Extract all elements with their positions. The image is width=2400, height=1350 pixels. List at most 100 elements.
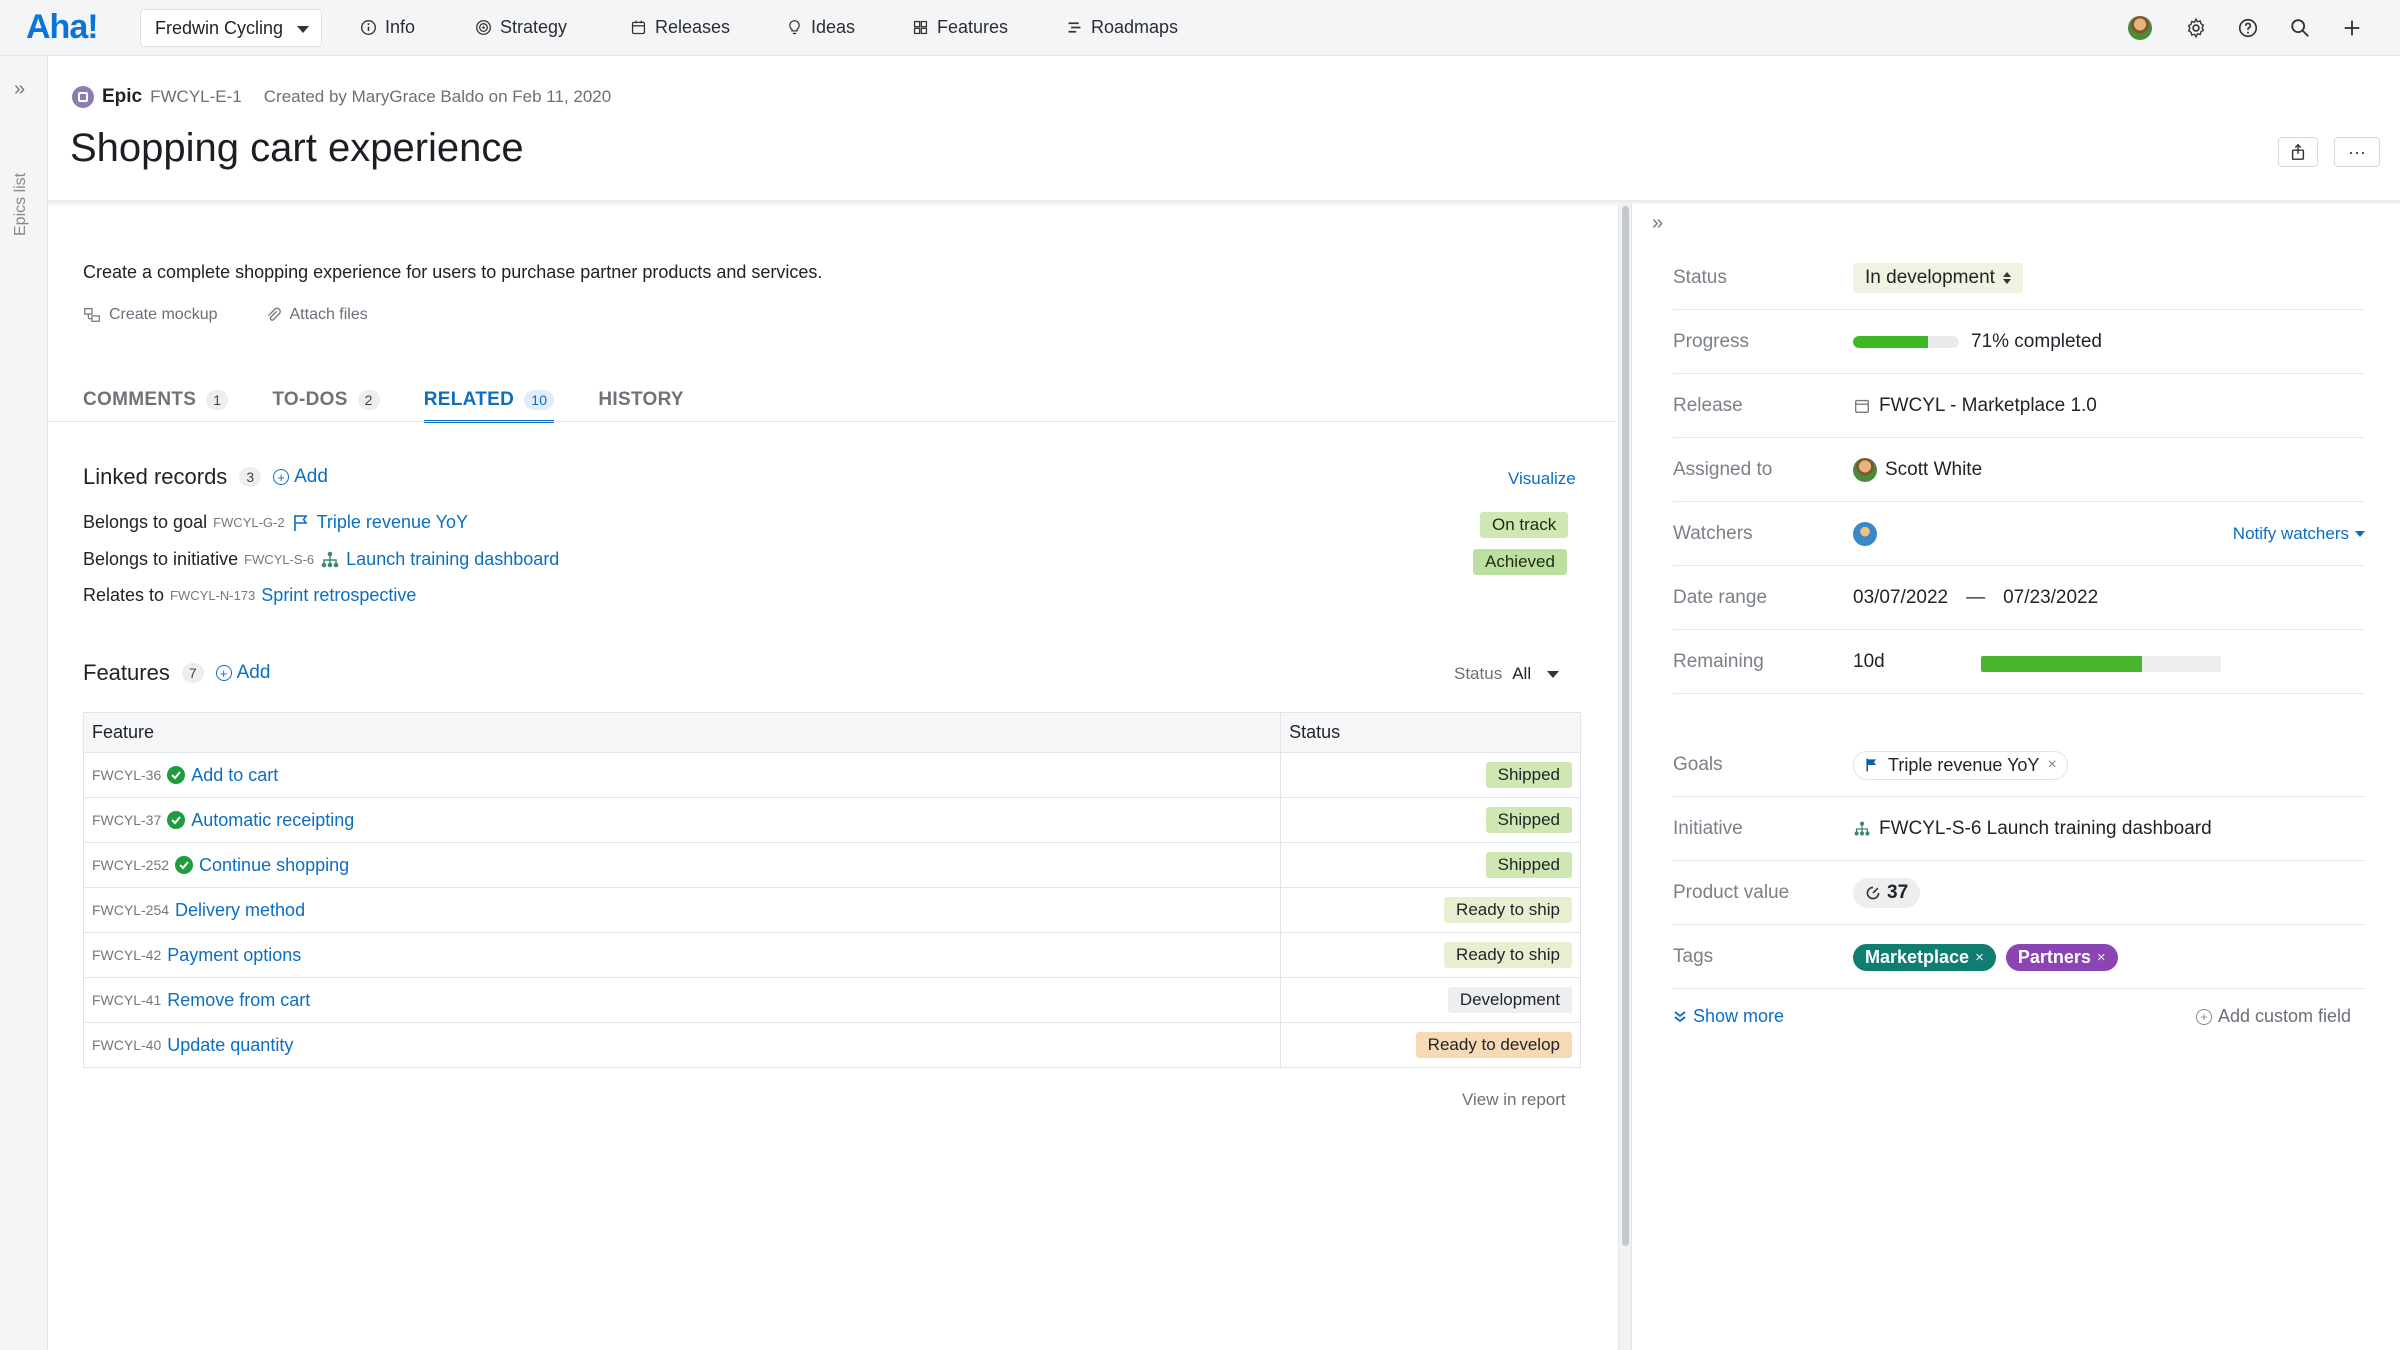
remove-icon[interactable]: ×: [2047, 756, 2056, 774]
nav-info[interactable]: Info: [360, 17, 415, 38]
watcher-avatar[interactable]: [1853, 522, 1877, 546]
table-row[interactable]: FWCYL-42Payment options Ready to ship: [84, 933, 1581, 978]
nav-releases-label: Releases: [655, 17, 730, 38]
column-header-feature[interactable]: Feature: [84, 713, 1281, 753]
share-button[interactable]: [2278, 137, 2318, 167]
nav-releases[interactable]: Releases: [630, 17, 730, 38]
start-date[interactable]: 03/07/2022: [1853, 587, 1948, 609]
feature-link[interactable]: Continue shopping: [199, 855, 349, 876]
initiative-value[interactable]: FWCYL-S-6 Launch training dashboard: [1879, 818, 2212, 840]
column-header-status[interactable]: Status: [1281, 713, 1581, 753]
feature-link[interactable]: Payment options: [167, 945, 301, 966]
create-mockup-button[interactable]: Create mockup: [83, 306, 218, 324]
feature-link[interactable]: Update quantity: [167, 1035, 293, 1056]
assignee-value[interactable]: Scott White: [1885, 459, 1982, 481]
progress-text: 71% completed: [1971, 331, 2102, 353]
feature-ref: FWCYL-40: [92, 1037, 161, 1053]
tag-marketplace[interactable]: Marketplace×: [1853, 944, 1996, 971]
scrollbar-thumb[interactable]: [1622, 206, 1629, 1246]
top-navigation: Aha! Fredwin Cycling Info Strategy Relea…: [0, 0, 2400, 56]
info-icon: [360, 19, 377, 36]
notify-watchers-button[interactable]: Notify watchers: [2233, 502, 2365, 566]
feature-link[interactable]: Automatic receipting: [191, 810, 354, 831]
linked-records-header: Linked records 3 +Add: [83, 464, 328, 490]
remove-icon[interactable]: ×: [1975, 949, 1984, 966]
table-row[interactable]: FWCYL-36Add to cart Shipped: [84, 753, 1581, 798]
remove-icon[interactable]: ×: [2097, 949, 2106, 966]
add-feature-button[interactable]: +Add: [216, 662, 271, 684]
workspace-selector[interactable]: Fredwin Cycling: [140, 9, 322, 47]
add-linked-record-button[interactable]: +Add: [273, 466, 328, 488]
date-separator: —: [1966, 587, 1985, 609]
avatar-icon: [2128, 16, 2152, 40]
end-date[interactable]: 07/23/2022: [2003, 587, 2098, 609]
product-value-badge[interactable]: 37: [1853, 878, 1920, 908]
table-row[interactable]: FWCYL-41Remove from cart Development: [84, 978, 1581, 1023]
more-actions-button[interactable]: ···: [2334, 137, 2380, 167]
epics-list-rail[interactable]: » Epics list: [0, 56, 48, 1350]
tag-partners[interactable]: Partners×: [2006, 944, 2118, 971]
plus-circle-icon: +: [216, 665, 232, 681]
remaining-bar: [1981, 656, 2221, 672]
epic-description[interactable]: Create a complete shopping experience fo…: [83, 262, 822, 283]
sort-arrows-icon: [2003, 272, 2011, 284]
nav-ideas[interactable]: Ideas: [786, 17, 855, 38]
linked-records-count: 3: [239, 467, 261, 487]
settings-button[interactable]: [2184, 16, 2208, 40]
view-in-report-link[interactable]: View in report: [1462, 1090, 1566, 1110]
linked-records-title: Linked records: [83, 464, 227, 490]
help-button[interactable]: [2236, 16, 2260, 40]
nav-features[interactable]: Features: [912, 17, 1008, 38]
add-custom-field-button[interactable]: + Add custom field: [2196, 1006, 2351, 1027]
feature-link[interactable]: Remove from cart: [167, 990, 310, 1011]
feature-ref: FWCYL-42: [92, 947, 161, 963]
visualize-link[interactable]: Visualize: [1508, 469, 1576, 489]
double-chevron-down-icon: [1673, 1010, 1687, 1024]
nav-roadmaps[interactable]: Roadmaps: [1066, 17, 1178, 38]
gear-icon: [2185, 17, 2207, 39]
attach-files-button[interactable]: Attach files: [264, 306, 368, 324]
record-ref: FWCYL-G-2: [213, 515, 285, 530]
show-more-button[interactable]: Show more: [1673, 1006, 1784, 1027]
page-title[interactable]: Shopping cart experience: [70, 126, 524, 171]
user-avatar[interactable]: [2128, 16, 2152, 40]
remaining-value: 10d: [1853, 651, 1885, 673]
tab-comments-count: 1: [206, 390, 228, 410]
linked-record-link[interactable]: Launch training dashboard: [346, 549, 559, 570]
calendar-icon: [1853, 397, 1871, 415]
record-ref: FWCYL-S-6: [244, 552, 314, 567]
goal-pill[interactable]: Triple revenue YoY ×: [1853, 751, 2068, 780]
main-scrollbar[interactable]: [1618, 204, 1632, 1350]
table-row[interactable]: FWCYL-40Update quantity Ready to develop: [84, 1023, 1581, 1068]
add-button[interactable]: [2340, 16, 2364, 40]
double-chevron-right-icon[interactable]: »: [14, 78, 25, 101]
linked-record-link[interactable]: Triple revenue YoY: [317, 512, 468, 533]
nav-strategy[interactable]: Strategy: [475, 17, 567, 38]
aha-logo[interactable]: Aha!: [26, 8, 98, 47]
double-chevron-right-icon[interactable]: »: [1652, 212, 1663, 235]
tab-related[interactable]: RELATED 10: [424, 378, 555, 422]
feature-ref: FWCYL-37: [92, 812, 161, 828]
tab-comments[interactable]: COMMENTS 1: [83, 378, 228, 422]
table-row[interactable]: FWCYL-37Automatic receipting Shipped: [84, 798, 1581, 843]
search-button[interactable]: [2288, 16, 2312, 40]
status-select[interactable]: In development: [1853, 263, 2023, 293]
feature-link[interactable]: Add to cart: [191, 765, 278, 786]
relation-label: Relates to: [83, 585, 164, 606]
tab-todos-label: TO-DOS: [272, 389, 347, 411]
calendar-icon: [630, 19, 647, 36]
status-badge: Achieved: [1473, 549, 1567, 575]
tab-todos[interactable]: TO-DOS 2: [272, 378, 379, 422]
release-value[interactable]: FWCYL - Marketplace 1.0: [1879, 395, 2097, 417]
status-filter[interactable]: Status All: [1454, 664, 1559, 684]
table-row[interactable]: FWCYL-252Continue shopping Shipped: [84, 843, 1581, 888]
status-filter-label: Status: [1454, 664, 1502, 684]
field-label: Watchers: [1673, 502, 1753, 566]
tab-history[interactable]: HISTORY: [598, 378, 684, 422]
table-row[interactable]: FWCYL-254Delivery method Ready to ship: [84, 888, 1581, 933]
linked-record-link[interactable]: Sprint retrospective: [261, 585, 416, 606]
field-progress: Progress 71% completed: [1673, 310, 2365, 374]
record-tabs: COMMENTS 1 TO-DOS 2 RELATED 10 HISTORY: [83, 378, 684, 422]
record-ref[interactable]: FWCYL-E-1: [150, 87, 242, 107]
feature-link[interactable]: Delivery method: [175, 900, 305, 921]
